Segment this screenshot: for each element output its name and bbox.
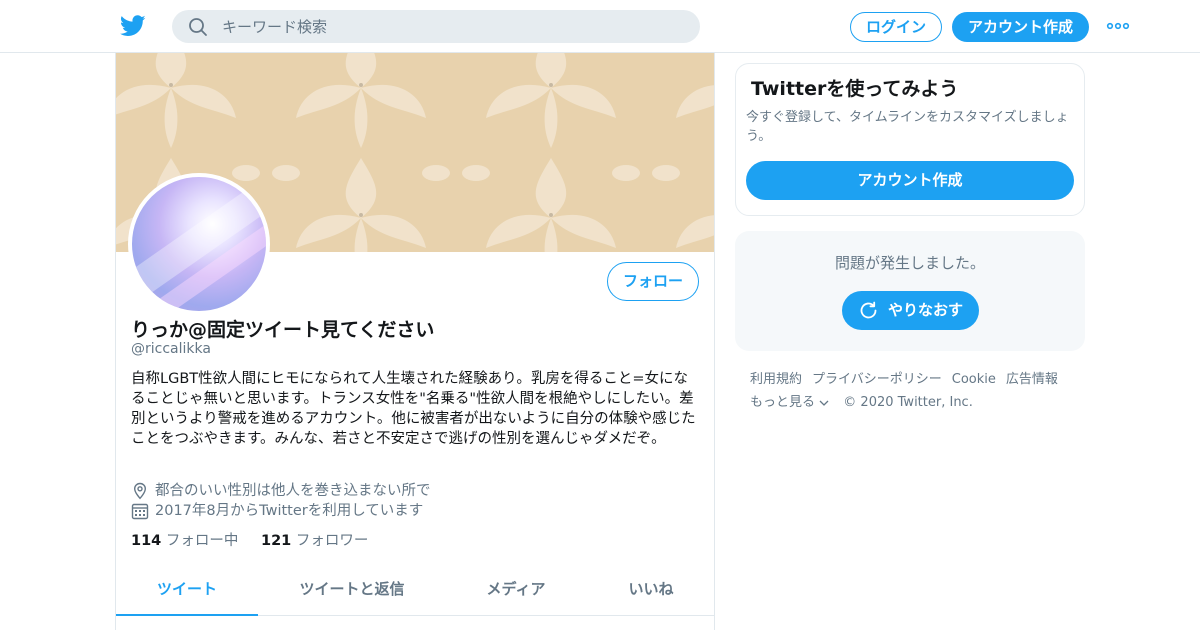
- retry-button[interactable]: やりなおす: [842, 291, 979, 330]
- profile-avatar[interactable]: [128, 173, 270, 315]
- join-date-text: 2017年8月からTwitterを利用しています: [155, 503, 424, 519]
- profile-bio: 自称LGBT性欲人間にヒモになられて人生壊された経験あり。乳房を得ること=女にな…: [131, 371, 696, 447]
- footer-copyright: © 2020 Twitter, Inc.: [843, 395, 973, 410]
- error-message: 問題が発生しました。: [834, 254, 985, 272]
- profile-stats: 114 フォロー中 121 フォロワー: [131, 529, 386, 550]
- profile-column: フォロー りっか@固定ツイート見てください @riccalikka 自称LGBT…: [115, 53, 715, 630]
- login-button[interactable]: ログイン: [850, 12, 942, 42]
- following-label: フォロー中: [165, 533, 239, 549]
- error-card: 問題が発生しました。 やりなおす: [735, 231, 1085, 351]
- followers-count: 121: [261, 533, 292, 549]
- search-input[interactable]: [222, 10, 682, 43]
- refresh-icon: [860, 301, 877, 319]
- search-bar[interactable]: [172, 10, 700, 43]
- profile-display-name: りっか@固定ツイート見てください: [131, 319, 435, 341]
- top-navigation-bar: ログイン アカウント作成: [0, 0, 1200, 53]
- tab-tweets[interactable]: ツイート: [116, 563, 258, 616]
- following-count-link[interactable]: 114 フォロー中: [131, 529, 238, 550]
- chevron-down-icon: [819, 400, 829, 406]
- footer-link-ads[interactable]: 広告情報: [1006, 368, 1058, 391]
- twitter-bird-logo-icon[interactable]: [120, 14, 146, 38]
- follow-button[interactable]: フォロー: [607, 262, 699, 301]
- followers-count-link[interactable]: 121 フォロワー: [261, 529, 368, 550]
- tab-tweets-and-replies[interactable]: ツイートと返信: [276, 563, 428, 616]
- tab-media[interactable]: メディア: [456, 563, 576, 616]
- footer-link-terms[interactable]: 利用規約: [750, 368, 802, 391]
- profile-tabs: ツイート ツイートと返信 メディア いいね: [116, 563, 714, 616]
- followers-label: フォロワー: [295, 533, 369, 549]
- search-icon: [189, 18, 207, 36]
- following-count: 114: [131, 533, 162, 549]
- profile-handle: @riccalikka: [131, 341, 211, 357]
- signup-card-text: 今すぐ登録して、タイムラインをカスタマイズしましょう。: [746, 110, 1069, 144]
- sidebar-footer: 利用規約 プライバシーポリシー Cookie 広告情報 もっと見る © 2020 Tw…: [750, 368, 1085, 414]
- location-pin-icon: [133, 482, 147, 500]
- signup-card-title: Twitterを使ってみよう: [751, 78, 959, 100]
- calendar-icon: [131, 503, 149, 520]
- signup-promo-card: Twitterを使ってみよう 今すぐ登録して、タイムラインをカスタマイズしましょ…: [735, 63, 1085, 216]
- footer-link-privacy[interactable]: プライバシーポリシー: [812, 368, 942, 391]
- more-options-icon[interactable]: [1106, 18, 1130, 34]
- signup-button[interactable]: アカウント作成: [952, 12, 1089, 42]
- footer-more-label: もっと見る: [750, 395, 816, 410]
- retry-button-label: やりなおす: [888, 301, 964, 319]
- location-text: 都合のいい性別は他人を巻き込まない所で: [155, 483, 431, 499]
- tab-likes[interactable]: いいね: [601, 563, 701, 616]
- footer-link-cookie[interactable]: Cookie: [952, 368, 996, 391]
- footer-more-link[interactable]: もっと見る: [750, 391, 829, 414]
- signup-card-button[interactable]: アカウント作成: [746, 161, 1074, 200]
